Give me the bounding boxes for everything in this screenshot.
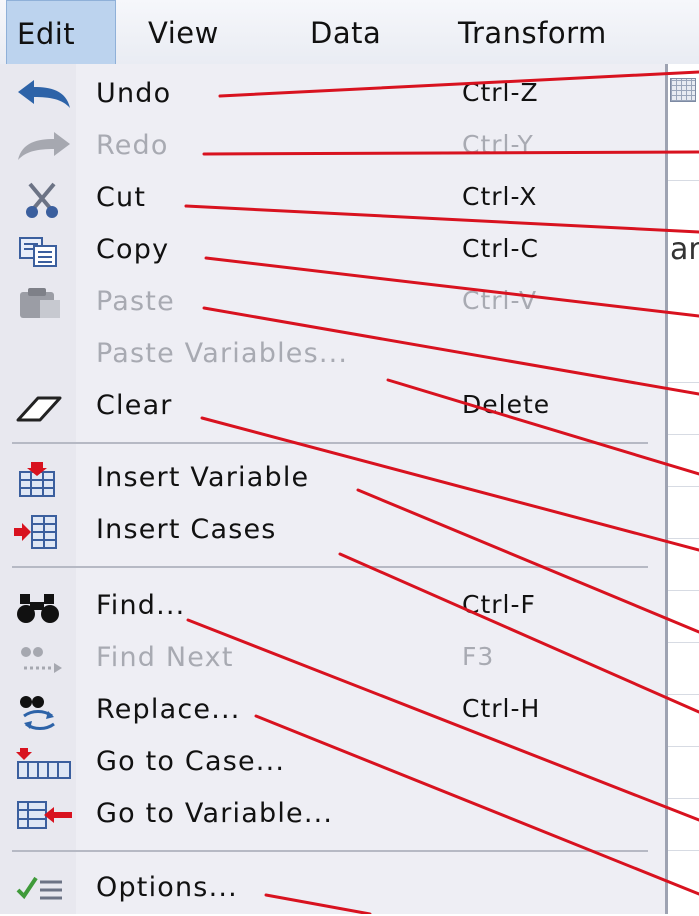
insert-cases-label: Insert Cases <box>96 514 277 545</box>
menu-edit-label: Edit <box>17 17 76 51</box>
menu-transform-label: Transform <box>458 16 607 50</box>
replace-icon <box>20 696 55 730</box>
find-next-icon <box>21 647 62 673</box>
separator <box>12 566 648 568</box>
edit-dropdown-menu: Undo Ctrl-Z Redo Ctrl-Y Cut Ctrl-X Copy … <box>0 64 668 914</box>
paste-shortcut: Ctrl-V <box>462 286 538 315</box>
separator <box>12 442 648 444</box>
menu-item-replace[interactable]: Replace... Ctrl-H <box>0 686 660 738</box>
menu-view-label: View <box>148 16 219 50</box>
insert-variable-label: Insert Variable <box>96 462 310 493</box>
paste-variables-label: Paste Variables... <box>96 338 349 369</box>
replace-label: Replace... <box>96 694 241 725</box>
menu-item-clear[interactable]: Clear Delete <box>0 382 660 434</box>
menu-data-label: Data <box>310 16 382 50</box>
cut-label: Cut <box>96 182 147 213</box>
find-shortcut: Ctrl-F <box>462 590 536 619</box>
find-next-shortcut: F3 <box>462 642 495 671</box>
redo-icon <box>18 132 70 160</box>
go-to-variable-label: Go to Variable... <box>96 798 334 829</box>
menu-bar: Edit View Data Transform <box>0 0 699 65</box>
menu-item-go-to-variable[interactable]: Go to Variable... <box>0 790 660 842</box>
background-window <box>668 64 699 914</box>
menu-item-cut[interactable]: Cut Ctrl-X <box>0 174 660 226</box>
menu-item-find-next[interactable]: Find Next F3 <box>0 634 660 686</box>
scissors-icon <box>26 182 58 218</box>
replace-shortcut: Ctrl-H <box>462 694 541 723</box>
cut-shortcut: Ctrl-X <box>462 182 538 211</box>
undo-shortcut: Ctrl-Z <box>462 78 539 107</box>
eraser-icon <box>16 396 62 422</box>
menu-item-insert-cases[interactable]: Insert Cases <box>0 506 660 558</box>
go-to-case-icon <box>16 748 71 779</box>
options-icon <box>16 876 62 900</box>
toolbar-grid-icon <box>670 78 696 102</box>
redo-shortcut: Ctrl-Y <box>462 130 534 159</box>
menu-item-options[interactable]: Options... <box>0 864 660 916</box>
copy-label: Copy <box>96 234 170 265</box>
binoculars-icon <box>17 594 59 623</box>
menu-item-paste[interactable]: Paste Ctrl-V <box>0 278 660 330</box>
paste-label: Paste <box>96 286 175 317</box>
insert-cases-icon <box>14 515 57 549</box>
find-label: Find... <box>96 590 186 621</box>
copy-shortcut: Ctrl-C <box>462 234 539 263</box>
background-text-fragment: ar <box>670 232 699 267</box>
menu-edit[interactable]: Edit <box>6 0 116 64</box>
insert-variable-icon <box>19 462 55 497</box>
clear-label: Clear <box>96 390 173 421</box>
menu-item-find[interactable]: Find... Ctrl-F <box>0 582 660 634</box>
menu-item-undo[interactable]: Undo Ctrl-Z <box>0 70 660 122</box>
find-next-label: Find Next <box>96 642 234 673</box>
menu-data[interactable]: Data <box>310 0 381 64</box>
menu-view[interactable]: View <box>148 0 219 64</box>
copy-icon <box>19 237 57 267</box>
redo-label: Redo <box>96 130 169 161</box>
options-label: Options... <box>96 872 238 903</box>
clear-shortcut: Delete <box>462 390 551 419</box>
go-to-case-label: Go to Case... <box>96 746 286 777</box>
undo-label: Undo <box>96 78 172 109</box>
menu-item-copy[interactable]: Copy Ctrl-C <box>0 226 660 278</box>
separator <box>12 850 648 852</box>
undo-icon <box>18 80 70 108</box>
menu-transform[interactable]: Transform <box>458 0 607 64</box>
menu-item-paste-variables[interactable]: Paste Variables... <box>0 330 660 382</box>
paste-icon <box>20 288 60 318</box>
go-to-variable-icon <box>17 801 72 829</box>
menu-item-go-to-case[interactable]: Go to Case... <box>0 738 660 790</box>
menu-item-redo[interactable]: Redo Ctrl-Y <box>0 122 660 174</box>
menu-item-insert-variable[interactable]: Insert Variable <box>0 454 660 506</box>
